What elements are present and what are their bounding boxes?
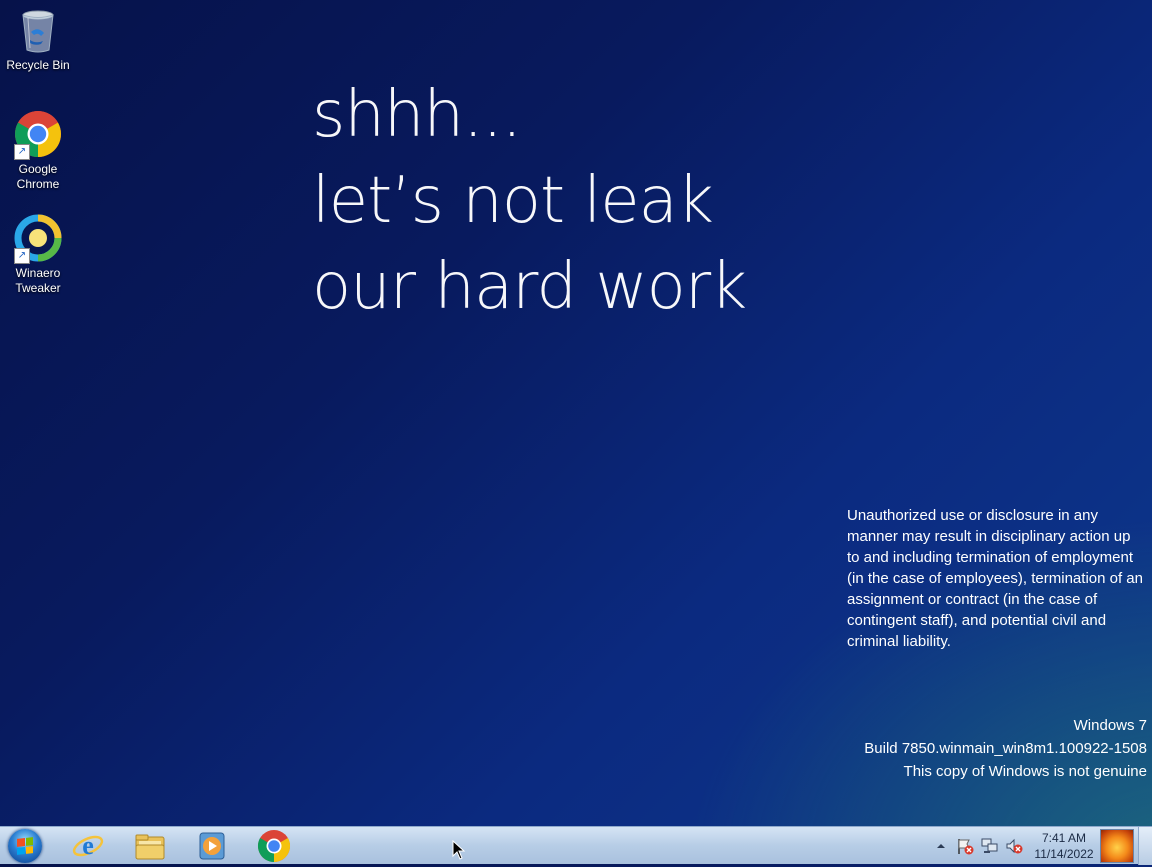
headline-line: let’s not leak: [312, 164, 714, 238]
legal-notice: Unauthorized use or disclosure in any ma…: [847, 507, 1143, 650]
desktop[interactable]: Recycle Bin ↗ Google Chrome ↗ Winaero Tw…: [0, 0, 1152, 826]
genuine-notice: This copy of Windows is not genuine: [903, 763, 1147, 780]
folder-icon: [133, 829, 167, 863]
winaero-tweaker-icon: ↗: [14, 214, 62, 264]
taskbar-windows-media-player[interactable]: [186, 828, 238, 864]
taskbar[interactable]: e 7:41 AM 11/14/2022: [0, 826, 1152, 865]
svg-text:e: e: [82, 831, 94, 860]
clock-time: 7:41 AM: [1041, 831, 1087, 845]
show-desktop-button[interactable]: [1138, 827, 1152, 865]
up-arrow-icon: [937, 844, 945, 848]
chrome-icon: [257, 829, 291, 863]
taskbar-internet-explorer[interactable]: e: [62, 828, 114, 864]
desktop-icon-google-chrome[interactable]: ↗ Google Chrome: [0, 110, 76, 192]
user-picture-thumbnail[interactable]: [1100, 829, 1134, 863]
taskbar-windows-explorer[interactable]: [124, 828, 176, 864]
desktop-icon-label: Google: [18, 162, 58, 176]
internet-explorer-icon: e: [71, 829, 105, 863]
desktop-icon-winaero-tweaker[interactable]: ↗ Winaero Tweaker: [0, 214, 76, 296]
build-watermark: Windows 7 Build 7850.winmain_win8m1.1009…: [864, 714, 1147, 783]
os-name: Windows 7: [1073, 717, 1147, 734]
desktop-icon-label: Chrome: [16, 177, 60, 191]
taskbar-google-chrome[interactable]: [248, 828, 300, 864]
volume-muted-icon[interactable]: [1005, 837, 1023, 855]
start-button[interactable]: [5, 828, 45, 864]
headline-line: our hard work: [312, 250, 747, 324]
headline-line: shhh...: [312, 78, 522, 152]
show-hidden-icons-button[interactable]: [934, 838, 952, 856]
network-icon[interactable]: [981, 837, 999, 855]
wallpaper-headline: shhh... let’s not leak our hard work: [312, 72, 747, 330]
desktop-icon-label: Recycle Bin: [6, 58, 70, 72]
windows-start-orb-icon: [8, 829, 42, 863]
shortcut-arrow-icon: ↗: [14, 144, 30, 160]
recycle-bin-icon: [14, 6, 62, 54]
clock-date: 11/14/2022: [1034, 847, 1094, 861]
desktop-icon-label: Winaero: [15, 266, 61, 280]
chrome-icon: ↗: [14, 110, 62, 160]
desktop-icon-label: Tweaker: [15, 281, 61, 295]
build-string: Build 7850.winmain_win8m1.100922-1508: [864, 740, 1147, 757]
action-center-flag-icon[interactable]: [956, 837, 974, 855]
tray-clock[interactable]: 7:41 AM 11/14/2022: [1030, 830, 1098, 862]
media-player-icon: [195, 829, 229, 863]
desktop-icon-recycle-bin[interactable]: Recycle Bin: [0, 6, 76, 73]
shortcut-arrow-icon: ↗: [14, 248, 30, 264]
mouse-cursor-icon: [452, 840, 466, 860]
